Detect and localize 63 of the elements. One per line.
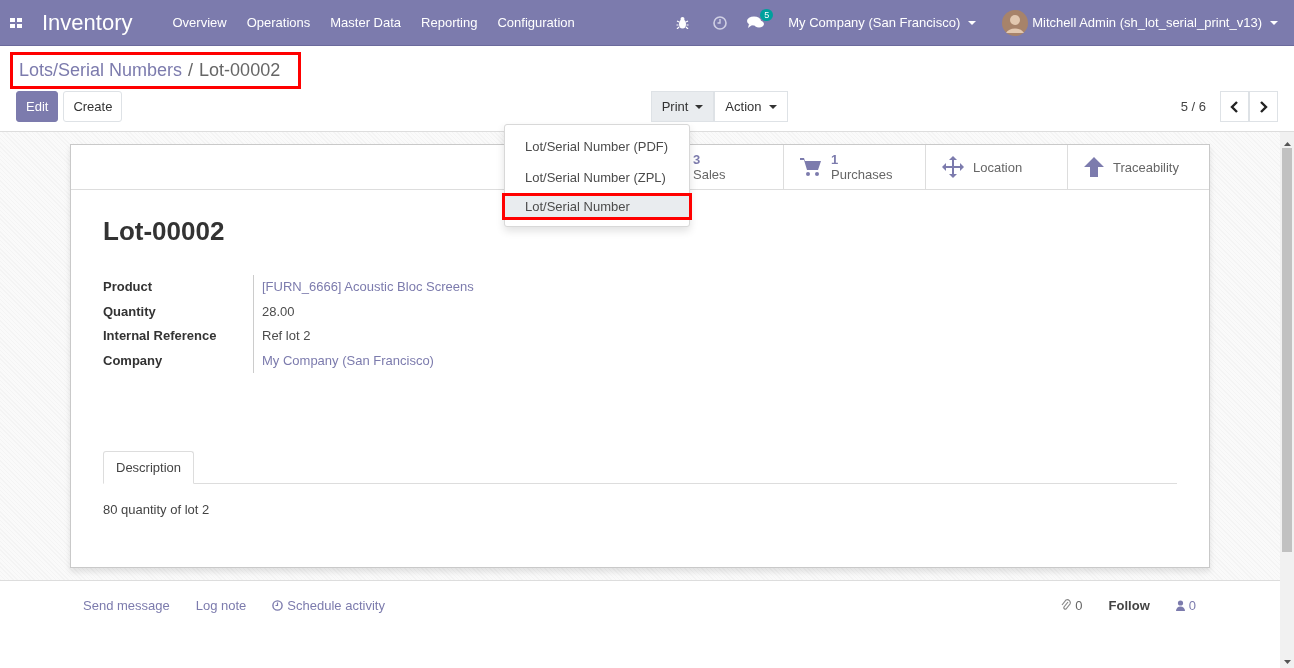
chat-bubbles-icon[interactable] (747, 16, 765, 29)
person-icon (1175, 599, 1185, 611)
menu-item[interactable]: Overview (162, 15, 237, 30)
next-button[interactable] (1249, 91, 1278, 122)
stat-button[interactable]: 3 Sales (691, 145, 783, 189)
scroll-down-icon[interactable] (1283, 660, 1291, 664)
log-note-link[interactable]: Log note (195, 597, 247, 613)
menu-item[interactable]: Configuration (487, 15, 585, 30)
record-title: Lot-00002 (103, 216, 226, 247)
menu-item[interactable]: Lot/Serial Number (ZPL) (502, 162, 692, 193)
stat-button[interactable]: Traceability (1067, 145, 1209, 189)
breadcrumb-separator: / (188, 60, 194, 81)
description-text: 80 quantity of lot 2 (103, 502, 211, 517)
notification-badge: 5 (760, 9, 774, 21)
user-menu[interactable]: Mitchell Admin (sh_lot_serial_print_v13) (1032, 15, 1262, 30)
create-button[interactable]: Create (63, 91, 123, 122)
caret-icon (768, 104, 777, 109)
pager-value: 5 / 6 (1180, 99, 1206, 114)
avatar (1002, 9, 1029, 36)
chevron-icon (1230, 100, 1239, 113)
caret-icon (1270, 20, 1278, 25)
stat-button[interactable]: 1 Purchases (783, 145, 925, 189)
scroll-up-icon[interactable] (1283, 142, 1291, 146)
followers-button[interactable]: 0 (1175, 597, 1196, 613)
scrollbar-thumb[interactable] (1282, 148, 1292, 552)
app-title[interactable]: Inventory (42, 9, 133, 36)
dropdown-button[interactable]: Print (650, 91, 715, 122)
field-value: 28.00 (253, 299, 523, 324)
clock-icon[interactable] (713, 15, 728, 30)
caret-icon (695, 104, 704, 109)
edit-button[interactable]: Edit (16, 91, 59, 122)
field-label: Product (103, 278, 154, 296)
schedule-activity-link[interactable]: Schedule activity (272, 597, 385, 613)
tab[interactable]: Description (103, 451, 195, 484)
field-link[interactable]: [FURN_6666] Acoustic Bloc Screens (253, 275, 523, 300)
attachments-button[interactable]: 0 (1061, 597, 1083, 613)
company-switcher[interactable]: My Company (San Francisco) (788, 15, 961, 30)
field-label: Quantity (103, 302, 157, 321)
apps-menu-icon[interactable] (10, 17, 22, 28)
field-label: Company (103, 351, 164, 370)
move-arrows-icon (942, 156, 964, 178)
menu-item[interactable]: Reporting (411, 15, 488, 30)
chevron-icon (1259, 100, 1268, 113)
menu-item[interactable]: Operations (236, 15, 321, 30)
follow-button[interactable]: Follow (1108, 597, 1150, 613)
up-arrow-icon (1084, 157, 1104, 177)
caret-icon (968, 20, 977, 25)
stat-button[interactable]: Location (925, 145, 1067, 189)
cart-icon (800, 157, 822, 177)
clock-icon (272, 599, 284, 611)
menu-item[interactable]: Lot/Serial Number (PDF) (502, 131, 692, 162)
menu-item[interactable]: Lot/Serial Number (502, 193, 692, 220)
field-link[interactable]: My Company (San Francisco) (253, 348, 523, 373)
previous-button[interactable] (1220, 91, 1249, 122)
field-value: Ref lot 2 (253, 324, 523, 349)
menu-item[interactable]: Master Data (320, 15, 412, 30)
field-label: Internal Reference (103, 327, 218, 345)
dropdown-button[interactable]: Action (714, 91, 788, 122)
breadcrumb-link[interactable]: Lots/Serial Numbers (19, 60, 183, 81)
bug-icon[interactable] (676, 16, 690, 29)
paperclip-icon (1061, 599, 1072, 611)
breadcrumb-current: Lot-00002 (199, 60, 281, 81)
send-message-link[interactable]: Send message (83, 597, 170, 613)
